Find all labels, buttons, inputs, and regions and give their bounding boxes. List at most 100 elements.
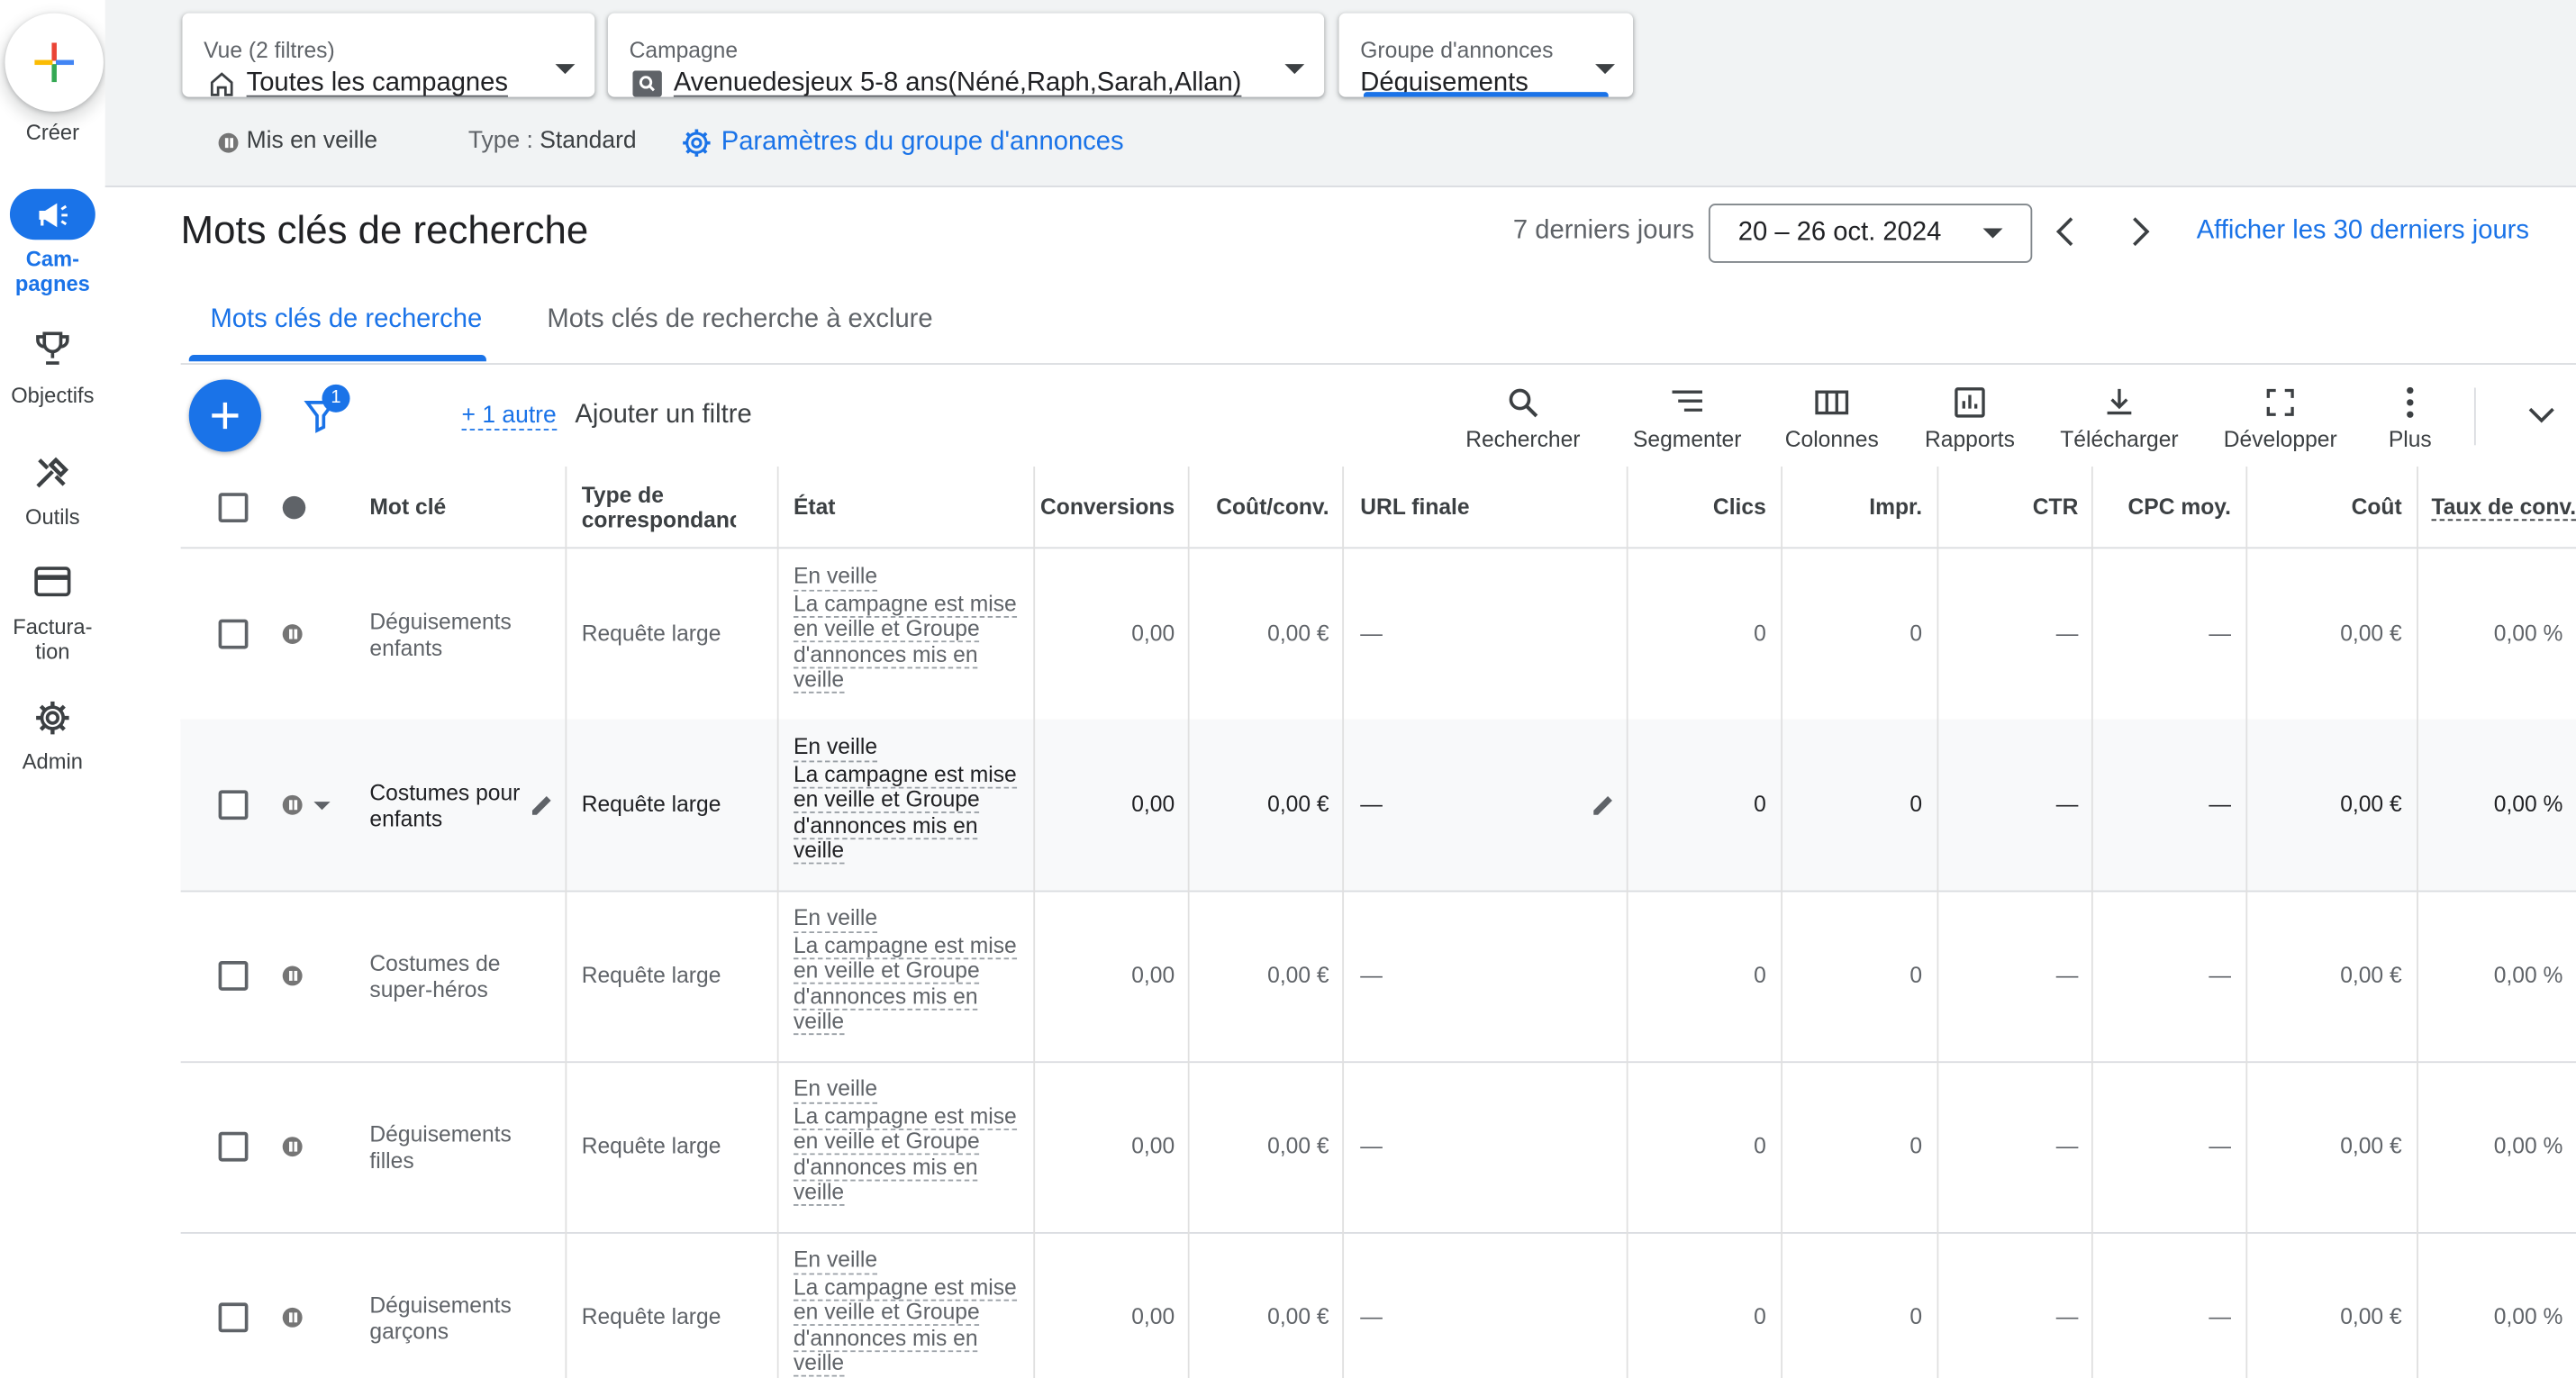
- show-30-days-link[interactable]: Afficher les 30 derniers jours: [2197, 217, 2529, 247]
- table-row[interactable]: Déguisements filles Requête large En veill…: [180, 1061, 2576, 1234]
- collapse-toolbar-icon[interactable]: [2526, 404, 2556, 428]
- match-type: Requête large: [581, 621, 721, 646]
- segment-icon: [1672, 390, 1702, 412]
- tool-segment[interactable]: Segmenter: [1613, 385, 1761, 452]
- reports-icon: [1955, 387, 1985, 418]
- tab-negative-keywords[interactable]: Mots clés de recherche à exclure: [547, 305, 932, 335]
- keyword-text[interactable]: Costumes pour enfants: [369, 780, 525, 831]
- col-final-url[interactable]: URL finale: [1360, 494, 1469, 519]
- column-divider: [1937, 467, 1939, 1378]
- conv-rate-value: 0,00 %: [2493, 792, 2563, 817]
- col-conv-rate[interactable]: Taux de conv.: [2431, 494, 2576, 521]
- row-checkbox[interactable]: [218, 1131, 249, 1162]
- row-checkbox[interactable]: [218, 961, 249, 991]
- add-keyword-button[interactable]: [188, 379, 262, 452]
- conversions-value: 0,00: [1131, 1133, 1175, 1158]
- table-row[interactable]: Costumes pour enfants Requête large En vei…: [180, 719, 2576, 893]
- state-reason[interactable]: La campagne est mise en veille et Groupe…: [793, 932, 1017, 1036]
- table-row[interactable]: Déguisements enfants Requête large En veil…: [180, 548, 2576, 721]
- tool-label: Rechercher: [1465, 427, 1581, 452]
- columns-icon: [1815, 390, 1849, 415]
- row-checkbox[interactable]: [218, 619, 249, 649]
- row-checkbox[interactable]: [218, 790, 249, 820]
- campaign-picker[interactable]: Campagne Avenuedesjeux 5-8 ans(Néné,Raph…: [607, 13, 1325, 97]
- state-status[interactable]: En veille: [793, 564, 878, 591]
- state-reason[interactable]: La campagne est mise en veille et Groupe…: [793, 761, 1017, 865]
- final-url-value: —: [1360, 621, 1383, 646]
- more-filters-link[interactable]: + 1 autre: [461, 403, 557, 431]
- tool-search[interactable]: Rechercher: [1449, 385, 1597, 452]
- tool-columns[interactable]: Colonnes: [1758, 385, 1906, 452]
- sidebar-item-tools[interactable]: [0, 453, 105, 493]
- state-reason[interactable]: La campagne est mise en veille et Groupe…: [793, 1102, 1017, 1206]
- cost-value: 0,00 €: [2340, 1304, 2402, 1329]
- view-picker[interactable]: Vue (2 filtres) Toutes les campagnes: [182, 13, 595, 97]
- column-divider: [1626, 467, 1628, 1378]
- clicks-value: 0: [1754, 1133, 1766, 1158]
- trophy-icon: [36, 331, 69, 365]
- megaphone-icon: [39, 202, 68, 227]
- tool-reports[interactable]: Rapports: [1896, 385, 2044, 452]
- download-icon: [2107, 388, 2132, 415]
- date-range-value: 20 – 26 oct. 2024: [1737, 218, 1942, 247]
- adgroup-settings-link[interactable]: Paramètres du groupe d'annonces: [721, 128, 1124, 158]
- col-clicks[interactable]: Clics: [1627, 494, 1766, 519]
- col-avg-cpc[interactable]: CPC moy.: [2091, 494, 2231, 519]
- sidebar-item-goals[interactable]: [0, 329, 105, 368]
- clicks-value: 0: [1754, 621, 1766, 646]
- col-impressions[interactable]: Impr.: [1782, 494, 1922, 519]
- table-row[interactable]: Costumes de super-héros Requête large En v…: [180, 891, 2576, 1064]
- sidebar-item-label: Objectifs: [11, 382, 95, 408]
- next-period-icon[interactable]: [2124, 215, 2154, 248]
- edit-pencil-icon[interactable]: [529, 792, 555, 818]
- state-status[interactable]: En veille: [793, 1247, 878, 1274]
- tool-label: Segmenter: [1632, 427, 1742, 452]
- chevron-down-icon[interactable]: [313, 802, 331, 811]
- search-icon: [1509, 388, 1538, 418]
- col-keyword[interactable]: Mot clé: [369, 494, 446, 519]
- final-url-value[interactable]: —: [1360, 792, 1383, 816]
- create-button[interactable]: [5, 13, 104, 113]
- col-cost-per-conv[interactable]: Coût/conv.: [1190, 494, 1329, 519]
- col-cost[interactable]: Coût: [2263, 494, 2402, 519]
- previous-period-icon[interactable]: [2052, 215, 2082, 248]
- adgroup-type: Type : Standard: [468, 128, 637, 154]
- column-divider: [565, 467, 567, 1378]
- select-all-checkbox[interactable]: [218, 493, 249, 523]
- keyword-text: Déguisements filles: [369, 1121, 512, 1173]
- date-range-picker[interactable]: 20 – 26 oct. 2024: [1708, 204, 2033, 263]
- tool-download[interactable]: Télécharger: [2045, 385, 2193, 452]
- table-row[interactable]: Déguisements garçons Requête large En veil…: [181, 1232, 2576, 1378]
- state-reason[interactable]: La campagne est mise en veille et Groupe…: [793, 590, 1017, 694]
- tool-expand[interactable]: Développer: [2207, 385, 2354, 452]
- tab-search-keywords[interactable]: Mots clés de recherche: [210, 305, 482, 335]
- col-match-type[interactable]: Type de correspondance: [582, 483, 736, 535]
- col-conversions[interactable]: Conversions: [1035, 494, 1175, 519]
- col-state[interactable]: État: [794, 494, 836, 519]
- sidebar-item-admin[interactable]: [0, 698, 105, 738]
- column-divider: [1033, 467, 1036, 1378]
- settings-gear-icon[interactable]: [680, 126, 712, 159]
- state-cell: En veille La campagne est mise en veille …: [793, 1247, 1023, 1377]
- home-icon: [210, 72, 233, 96]
- sidebar-item-campaigns[interactable]: [9, 188, 95, 240]
- cost-value: 0,00 €: [2340, 962, 2402, 988]
- tool-more[interactable]: Plus: [2361, 385, 2459, 452]
- column-divider: [1781, 467, 1783, 1378]
- column-divider: [2245, 467, 2248, 1378]
- state-status[interactable]: En veille: [793, 905, 878, 933]
- row-checkbox[interactable]: [218, 1302, 249, 1333]
- state-status[interactable]: En veille: [793, 734, 878, 762]
- state-reason[interactable]: La campagne est mise en veille et Groupe…: [793, 1274, 1017, 1377]
- adgroup-picker[interactable]: Groupe d'annonces Déguisements: [1338, 13, 1634, 97]
- sidebar-item-billing[interactable]: [0, 564, 105, 600]
- edit-pencil-icon[interactable]: [1591, 792, 1617, 818]
- tool-label: Rapports: [1925, 427, 2015, 452]
- state-status[interactable]: En veille: [793, 1076, 878, 1103]
- avg-cpc-value: —: [2209, 792, 2231, 817]
- keywords-table: Mot clé Type de correspondance État Conv…: [180, 467, 2576, 1378]
- col-ctr[interactable]: CTR: [1938, 494, 2079, 519]
- fullscreen-icon: [2266, 388, 2294, 416]
- add-filter-button[interactable]: Ajouter un filtre: [575, 401, 751, 431]
- keyword-text: Déguisements enfants: [369, 609, 512, 660]
